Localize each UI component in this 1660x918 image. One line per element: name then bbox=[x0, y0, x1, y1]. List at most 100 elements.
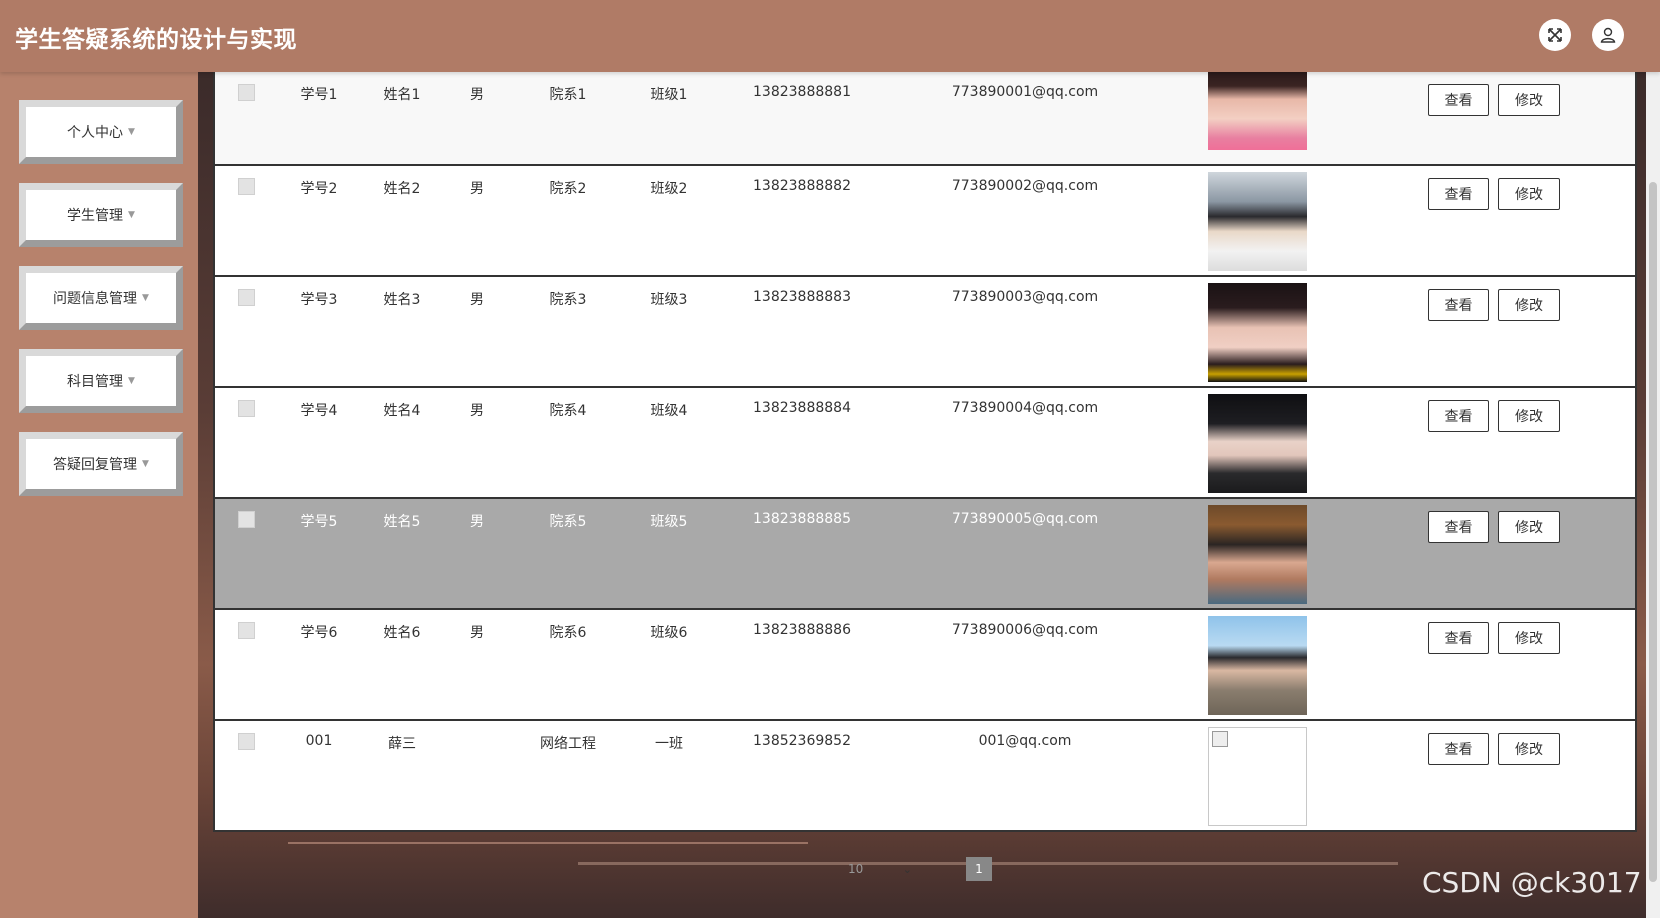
student-id-cell: 学号6 bbox=[300, 625, 338, 641]
table-row[interactable]: 学号4 姓名4 男 院系4 班级4 13823888884 773890004@qq.com… bbox=[215, 388, 1635, 499]
view-button[interactable]: 查看 bbox=[1428, 400, 1489, 432]
edit-button[interactable]: 修改 bbox=[1498, 178, 1560, 210]
user-icon bbox=[1600, 27, 1616, 43]
class-cell: 一班 bbox=[655, 736, 683, 752]
edit-button[interactable]: 修改 bbox=[1498, 622, 1560, 654]
view-button[interactable]: 查看 bbox=[1428, 733, 1489, 765]
caret-down-icon: ▼ bbox=[128, 210, 135, 220]
page-title: 学生答疑系统的设计与实现 bbox=[15, 27, 297, 53]
edit-button[interactable]: 修改 bbox=[1498, 289, 1560, 321]
view-button[interactable]: 查看 bbox=[1428, 84, 1489, 116]
row-checkbox[interactable] bbox=[238, 622, 255, 639]
sidebar-item-student-management[interactable]: 学生管理 ▼ bbox=[19, 183, 183, 247]
table-row[interactable]: 学号3 姓名3 男 院系3 班级3 13823888883 773890003@qq.com… bbox=[215, 277, 1635, 388]
row-checkbox[interactable] bbox=[238, 178, 255, 195]
edit-button[interactable]: 修改 bbox=[1498, 84, 1560, 116]
row-checkbox[interactable] bbox=[238, 84, 255, 101]
chevron-down-icon: ⌄ bbox=[902, 862, 912, 876]
scrollbar-thumb[interactable] bbox=[1649, 182, 1657, 882]
table-row[interactable]: 学号6 姓名6 男 院系6 班级6 13823888886 773890006@qq.com… bbox=[215, 610, 1635, 721]
avatar-photo bbox=[1208, 394, 1307, 493]
watermark: CSDN @ck3017 bbox=[1422, 866, 1642, 899]
scrollbar[interactable] bbox=[1646, 72, 1660, 918]
row-checkbox[interactable] bbox=[238, 289, 255, 306]
avatar-photo bbox=[1208, 172, 1307, 271]
view-button[interactable]: 查看 bbox=[1428, 289, 1489, 321]
student-name-cell: 姓名1 bbox=[383, 87, 421, 103]
gender-cell: 男 bbox=[470, 403, 484, 419]
avatar-photo bbox=[1208, 616, 1307, 715]
caret-down-icon: ▼ bbox=[142, 293, 149, 303]
table-row[interactable]: 001 薛三 网络工程 一班 13852369852 001@qq.com 查看 修改 bbox=[215, 721, 1635, 832]
gender-cell: 男 bbox=[470, 625, 484, 641]
page-number-button[interactable]: 1 bbox=[966, 857, 992, 881]
caret-down-icon: ▼ bbox=[128, 376, 135, 386]
view-button[interactable]: 查看 bbox=[1428, 178, 1489, 210]
department-cell: 院系1 bbox=[549, 87, 587, 103]
phone-cell: 13823888881 bbox=[753, 84, 851, 100]
user-button[interactable] bbox=[1592, 19, 1624, 51]
sidebar-item-subject-management[interactable]: 科目管理 ▼ bbox=[19, 349, 183, 413]
class-cell: 班级6 bbox=[650, 625, 688, 641]
avatar-photo bbox=[1208, 505, 1307, 604]
row-checkbox[interactable] bbox=[238, 400, 255, 417]
sidebar-item-label: 个人中心 bbox=[67, 125, 124, 141]
email-cell: 773890006@qq.com bbox=[951, 622, 1099, 638]
email-cell: 001@qq.com bbox=[978, 733, 1072, 749]
edit-button[interactable]: 修改 bbox=[1498, 511, 1560, 543]
sidebar-item-label: 答疑回复管理 bbox=[53, 457, 138, 473]
background-streak bbox=[288, 842, 808, 844]
department-cell: 院系4 bbox=[549, 403, 587, 419]
student-name-cell: 薛三 bbox=[388, 736, 416, 752]
class-cell: 班级5 bbox=[650, 514, 688, 530]
phone-cell: 13823888883 bbox=[753, 289, 851, 305]
email-cell: 773890005@qq.com bbox=[951, 511, 1099, 527]
email-cell: 773890001@qq.com bbox=[951, 84, 1099, 100]
row-checkbox[interactable] bbox=[238, 511, 255, 528]
table-row[interactable]: 学号1 姓名1 男 院系1 班级1 13823888881 773890001@qq.com… bbox=[215, 72, 1635, 166]
sidebar-item-reply-management[interactable]: 答疑回复管理 ▼ bbox=[19, 432, 183, 496]
sidebar-item-label: 科目管理 bbox=[67, 374, 124, 390]
student-id-cell: 学号5 bbox=[300, 514, 338, 530]
student-id-cell: 学号3 bbox=[300, 292, 338, 308]
avatar-photo bbox=[1208, 72, 1307, 150]
department-cell: 院系3 bbox=[549, 292, 587, 308]
broken-image-icon bbox=[1208, 727, 1307, 826]
phone-cell: 13823888885 bbox=[753, 511, 851, 527]
student-name-cell: 姓名5 bbox=[383, 514, 421, 530]
edit-button[interactable]: 修改 bbox=[1498, 400, 1560, 432]
sidebar-item-label: 学生管理 bbox=[67, 208, 124, 224]
gender-cell: 男 bbox=[470, 87, 484, 103]
gender-cell: 男 bbox=[470, 514, 484, 530]
department-cell: 网络工程 bbox=[540, 736, 596, 752]
avatar-photo bbox=[1208, 283, 1307, 382]
fullscreen-button[interactable] bbox=[1539, 19, 1571, 51]
department-cell: 院系2 bbox=[549, 181, 587, 197]
phone-cell: 13823888882 bbox=[753, 178, 851, 194]
sidebar-item-question-management[interactable]: 问题信息管理 ▼ bbox=[19, 266, 183, 330]
view-button[interactable]: 查看 bbox=[1428, 511, 1489, 543]
row-checkbox[interactable] bbox=[238, 733, 255, 750]
page-size-value: 10 bbox=[848, 862, 864, 876]
view-button[interactable]: 查看 bbox=[1428, 622, 1489, 654]
department-cell: 院系6 bbox=[549, 625, 587, 641]
email-cell: 773890003@qq.com bbox=[951, 289, 1099, 305]
phone-cell: 13823888886 bbox=[753, 622, 851, 638]
student-id-cell: 学号2 bbox=[300, 181, 338, 197]
page-size-select[interactable]: 10 ⌄ bbox=[848, 858, 912, 880]
student-name-cell: 姓名4 bbox=[383, 403, 421, 419]
student-name-cell: 姓名3 bbox=[383, 292, 421, 308]
gender-cell: 男 bbox=[470, 292, 484, 308]
edit-button[interactable]: 修改 bbox=[1498, 733, 1560, 765]
table-row[interactable]: 学号2 姓名2 男 院系2 班级2 13823888882 773890002@qq.com… bbox=[215, 166, 1635, 277]
fullscreen-icon bbox=[1548, 28, 1562, 42]
student-id-cell: 学号1 bbox=[300, 87, 338, 103]
sidebar-item-personal-center[interactable]: 个人中心 ▼ bbox=[19, 100, 183, 164]
sidebar-item-label: 问题信息管理 bbox=[53, 291, 138, 307]
class-cell: 班级4 bbox=[650, 403, 688, 419]
class-cell: 班级3 bbox=[650, 292, 688, 308]
caret-down-icon: ▼ bbox=[142, 459, 149, 469]
table-row[interactable]: 学号5 姓名5 男 院系5 班级5 13823888885 773890005@qq.com… bbox=[215, 499, 1635, 610]
student-id-cell: 学号4 bbox=[300, 403, 338, 419]
phone-cell: 13823888884 bbox=[753, 400, 851, 416]
